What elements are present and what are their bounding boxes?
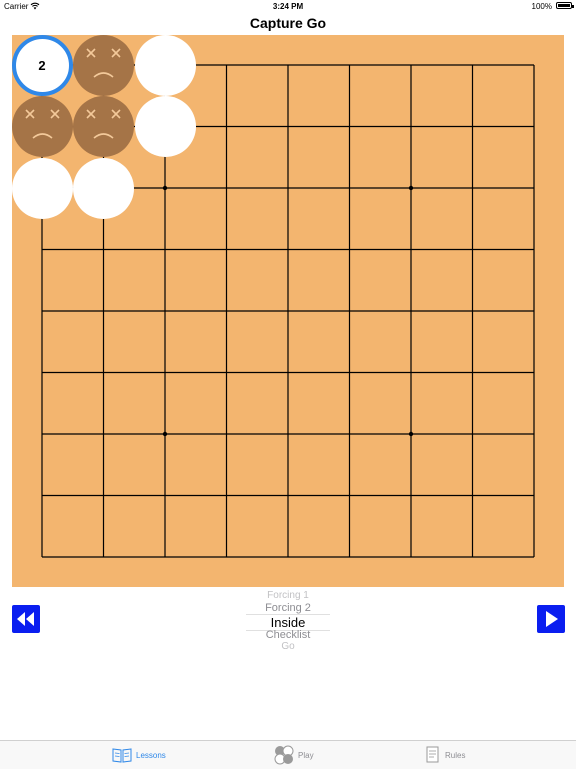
tab-play-label: Play — [298, 750, 314, 760]
tab-bar: Lessons Play Rules — [0, 740, 576, 769]
tab-rules[interactable]: Rules — [425, 741, 465, 769]
picker-item[interactable]: Forcing 1 — [246, 590, 330, 601]
rewind-button[interactable] — [12, 605, 40, 633]
move-number: 2 — [38, 57, 46, 73]
captured-face-icon — [86, 47, 121, 78]
star-point — [162, 431, 168, 437]
star-point — [162, 185, 168, 191]
captured-black-stone[interactable] — [73, 34, 134, 96]
captured-black-stone[interactable] — [11, 96, 73, 157]
picker-item[interactable]: Go — [246, 641, 330, 650]
white-stone[interactable] — [73, 157, 134, 219]
captured-face-icon — [86, 109, 121, 139]
page-title: Capture Go — [249, 15, 327, 31]
picker-item[interactable]: Forcing 2 — [246, 602, 330, 614]
star-point — [408, 431, 414, 437]
picker-item-selected[interactable]: Inside — [246, 615, 330, 630]
star-point — [408, 185, 414, 191]
lesson-picker[interactable]: Forcing 1 Forcing 2 Inside Checklist Go — [246, 590, 330, 650]
play-icon — [546, 611, 558, 627]
white-stone[interactable] — [11, 157, 73, 219]
next-button[interactable] — [537, 605, 565, 633]
picker-item[interactable]: Checklist — [246, 629, 330, 641]
tab-lessons-label: Lessons — [136, 750, 166, 760]
selected-stone[interactable]: 2 — [11, 34, 73, 96]
stones-icon — [274, 745, 294, 765]
status-bar: Carrier 3:24 PM 100% — [0, 0, 576, 12]
battery-percent: 100% — [531, 2, 552, 11]
captured-face-icon — [24, 109, 60, 139]
clock: 3:24 PM — [272, 2, 304, 11]
document-icon — [426, 746, 439, 763]
rewind-icon — [17, 612, 34, 626]
tab-play[interactable]: Play — [274, 741, 314, 769]
book-icon — [112, 748, 132, 763]
white-stone[interactable] — [134, 34, 196, 96]
tab-lessons[interactable]: Lessons — [112, 741, 166, 769]
captured-black-stone[interactable] — [73, 96, 134, 157]
white-stone[interactable] — [134, 96, 196, 157]
tab-rules-label: Rules — [445, 750, 466, 760]
go-board[interactable]: 2 — [11, 34, 564, 587]
battery-icon — [556, 2, 574, 9]
